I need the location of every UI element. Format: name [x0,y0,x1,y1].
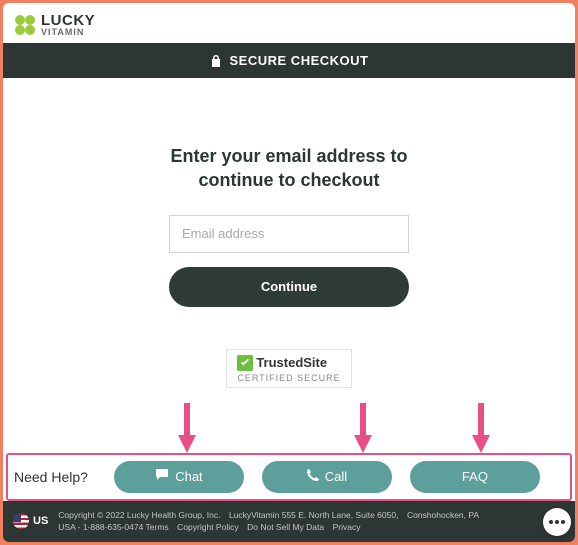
header: LUCKY VITAMIN [3,3,575,43]
email-field[interactable] [169,215,409,253]
help-label: Need Help? [14,469,88,485]
country-code: US [33,515,48,527]
country-selector[interactable]: US [13,513,48,529]
help-section: Need Help? Chat Call FAQ [6,453,572,501]
secure-checkout-bar: SECURE CHECKOUT [3,43,575,78]
secure-checkout-label: SECURE CHECKOUT [230,53,369,68]
call-button[interactable]: Call [262,461,392,493]
faq-button[interactable]: FAQ [410,461,540,493]
trusted-badge[interactable]: TrustedSite CERTIFIED SECURE [226,349,351,388]
checkmark-icon [237,355,253,371]
logo-text: LUCKY VITAMIN [41,14,95,36]
call-label: Call [325,469,347,484]
footer: US Copyright © 2022 Lucky Health Group, … [3,501,575,543]
page-heading: Enter your email address to continue to … [139,144,439,193]
ellipsis-icon [549,520,565,524]
chat-widget-button[interactable] [543,508,571,536]
chat-button[interactable]: Chat [114,461,244,493]
chat-label: Chat [175,469,202,484]
clover-icon [13,13,37,37]
trusted-name: TrustedSite [256,355,327,370]
continue-button[interactable]: Continue [169,267,409,307]
faq-label: FAQ [462,469,488,484]
logo[interactable]: LUCKY VITAMIN [13,13,95,37]
chat-icon [155,469,169,484]
phone-icon [307,469,319,484]
lock-icon [210,54,222,68]
main-content: Enter your email address to continue to … [3,78,575,453]
footer-text: Copyright © 2022 Lucky Health Group, Inc… [58,509,565,535]
trusted-cert: CERTIFIED SECURE [237,373,340,383]
us-flag-icon [13,513,29,529]
